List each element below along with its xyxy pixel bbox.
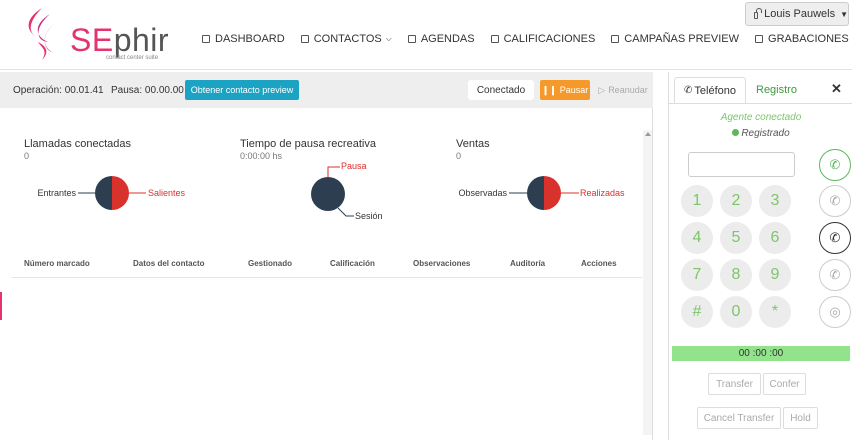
side-marker	[0, 292, 2, 320]
incoming-label: Entrantes	[37, 188, 76, 198]
nav-grabaciones[interactable]: GRABACIONES	[755, 33, 849, 45]
conference-call-button[interactable]: ✆	[819, 259, 851, 291]
user-name: Louis Pauwels	[764, 8, 836, 20]
call-button[interactable]: ✆	[819, 149, 851, 181]
sales-pie-chart: Observadas Realizadas	[458, 176, 625, 210]
key-6[interactable]: 6	[759, 222, 791, 254]
registration-status: Registrado	[680, 128, 842, 139]
calls-pie-chart: Entrantes Salientes	[37, 176, 186, 210]
outgoing-label: Salientes	[148, 188, 186, 198]
tab-registro[interactable]: Registro	[756, 84, 797, 96]
recordings-icon	[755, 35, 764, 43]
th-numero-marcado[interactable]: Número marcado	[24, 259, 90, 268]
hold-call-button[interactable]: ✆	[819, 222, 851, 254]
th-calificacion[interactable]: Calificación	[330, 259, 375, 268]
th-datos-contacto[interactable]: Datos del contacto	[133, 259, 205, 268]
tab-telefono[interactable]: ✆ Teléfono	[674, 77, 746, 103]
key-9[interactable]: 9	[759, 259, 791, 291]
user-menu-button[interactable]: Louis Pauwels ▼	[745, 2, 849, 26]
tab-telefono-label: Teléfono	[694, 84, 736, 97]
nav-grabaciones-label: GRABACIONES	[768, 33, 849, 45]
key-4[interactable]: 4	[681, 222, 713, 254]
caret-down-icon: ▼	[840, 9, 848, 19]
key-3[interactable]: 3	[759, 185, 791, 217]
key-hash[interactable]: #	[681, 296, 713, 328]
outgoing-slice	[112, 176, 129, 210]
th-gestionado[interactable]: Gestionado	[248, 259, 292, 268]
session-leader	[337, 207, 354, 217]
key-1[interactable]: 1	[681, 185, 713, 217]
dial-number-input[interactable]	[688, 152, 795, 177]
session-slice	[311, 177, 345, 211]
pause-label: Pausa	[341, 161, 367, 171]
status-dot-icon	[732, 129, 740, 136]
phone-icon: ✆	[684, 85, 693, 96]
agent-status-text: Agente conectado	[720, 112, 802, 123]
pause-pie-chart: Pausa Sesión	[311, 161, 383, 221]
completed-label: Realizadas	[580, 188, 625, 198]
registration-status-label: Registrado	[741, 128, 790, 139]
lock-icon	[754, 7, 763, 19]
key-8[interactable]: 8	[720, 259, 752, 291]
phone-transfer-icon: ✆	[829, 193, 841, 208]
table-header-divider	[12, 277, 642, 278]
record-button[interactable]: ◎	[819, 296, 851, 328]
observed-slice	[527, 176, 544, 210]
phone-call-icon: ✆	[829, 157, 841, 172]
session-label: Sesión	[355, 211, 383, 221]
hold-button[interactable]: Hold	[783, 407, 818, 429]
th-acciones[interactable]: Acciones	[581, 259, 617, 268]
completed-slice	[544, 176, 561, 210]
transfer-call-button[interactable]: ✆	[819, 185, 851, 217]
key-7[interactable]: 7	[681, 259, 713, 291]
th-auditoria[interactable]: Auditoría	[510, 259, 545, 268]
transfer-button[interactable]: Transfer	[708, 373, 761, 395]
stats-charts: Entrantes Salientes Pausa Sesión Observa…	[37, 161, 625, 221]
incoming-slice	[95, 176, 112, 210]
tab-divider	[668, 103, 852, 104]
key-star[interactable]: *	[759, 296, 791, 328]
call-timer: 00 :00 :00	[672, 346, 850, 361]
phone-hold-icon: ✆	[829, 230, 841, 245]
close-icon[interactable]: ✕	[831, 81, 842, 97]
key-5[interactable]: 5	[720, 222, 752, 254]
pause-leader	[327, 166, 340, 177]
key-0[interactable]: 0	[720, 296, 752, 328]
confer-button[interactable]: Confer	[763, 373, 806, 395]
record-icon: ◎	[829, 304, 841, 319]
cancel-transfer-button[interactable]: Cancel Transfer	[697, 407, 781, 429]
key-2[interactable]: 2	[720, 185, 752, 217]
phone-conference-icon: ✆	[829, 267, 841, 282]
observed-label: Observadas	[458, 188, 507, 198]
th-observaciones[interactable]: Observaciones	[413, 259, 470, 268]
